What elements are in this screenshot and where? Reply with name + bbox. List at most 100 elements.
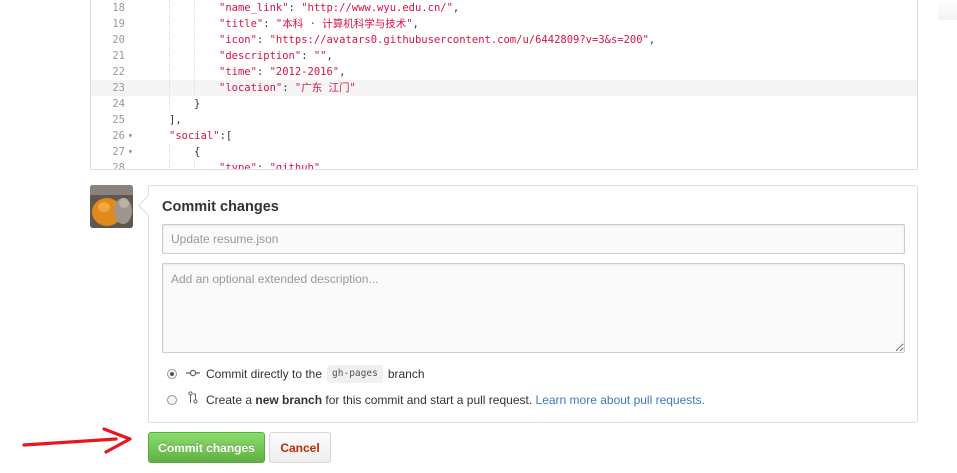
- git-pull-request-icon: [186, 391, 200, 409]
- code-value: "github": [269, 162, 321, 170]
- code-line[interactable]: 24}: [91, 96, 917, 112]
- code-value: "https://avatars0.githubusercontent.com/…: [269, 34, 649, 46]
- fold-toggle-icon[interactable]: ▾: [128, 144, 133, 160]
- indent-guide: [194, 64, 195, 80]
- code-value: "http://www.wyu.edu.cn/": [301, 2, 453, 14]
- line-number: 19: [112, 18, 125, 30]
- code-text: "type": "github",: [219, 160, 327, 170]
- new-branch-option[interactable]: Create a new branch for this commit and …: [167, 391, 705, 409]
- line-number: 25: [112, 114, 125, 126]
- code-key: "icon": [219, 34, 257, 46]
- code-tail: ,: [648, 34, 656, 46]
- code-sep: :: [256, 66, 270, 78]
- code-tail: {: [194, 146, 201, 158]
- code-text: ],: [169, 112, 182, 128]
- new-branch-radio[interactable]: [167, 395, 177, 405]
- code-key: "social": [169, 130, 220, 142]
- commit-direct-radio[interactable]: [167, 369, 177, 379]
- code-line[interactable]: 22 "time": "2012-2016",: [91, 64, 917, 80]
- code-value: "广东 江门": [294, 82, 356, 94]
- indent-guide: [194, 32, 195, 48]
- code-sep: :: [256, 162, 270, 170]
- indent-guide: [169, 32, 170, 48]
- indent-guide: [169, 96, 170, 112]
- indent-guide: [194, 0, 195, 16]
- git-commit-icon: [186, 366, 200, 382]
- code-text: }: [194, 96, 200, 112]
- new-branch-middle: for this commit and start a pull request…: [325, 393, 533, 407]
- code-text: "description": "",: [219, 48, 333, 64]
- line-number: 23: [112, 82, 125, 94]
- code-line[interactable]: 19 "title": "本科 · 计算机科学与技术",: [91, 16, 917, 32]
- indent-guide: [194, 16, 195, 32]
- code-text: "icon": "https://avatars0.githubusercont…: [219, 32, 655, 48]
- indent-guide: [169, 144, 170, 160]
- line-number: 28: [112, 162, 125, 170]
- code-text: "time": "2012-2016",: [219, 64, 345, 80]
- code-text: "title": "本科 · 计算机科学与技术",: [219, 16, 419, 32]
- code-tail: [: [225, 130, 233, 142]
- code-line[interactable]: 18 "name_link": "http://www.wyu.edu.cn/",: [91, 0, 917, 16]
- fold-toggle-icon[interactable]: ▾: [128, 128, 133, 144]
- new-branch-bold: new branch: [255, 393, 323, 407]
- line-number: 22: [112, 66, 125, 78]
- code-tail: ,: [326, 50, 333, 62]
- indent-guide: [169, 0, 170, 16]
- code-line[interactable]: 26 ▾ "social":[: [91, 128, 917, 144]
- commit-form: Commit changes Commit directly to the gh…: [148, 185, 918, 423]
- indent-guide: [194, 48, 195, 64]
- commit-direct-prefix: Commit directly to the: [206, 367, 323, 381]
- commit-title: Commit changes: [162, 199, 279, 215]
- new-branch-prefix: Create a: [206, 393, 253, 407]
- code-key: "location": [219, 82, 283, 94]
- code-sep: :: [288, 2, 302, 14]
- line-number: 26: [112, 130, 125, 142]
- cancel-button[interactable]: Cancel: [269, 432, 331, 463]
- line-number: 21: [112, 50, 125, 62]
- line-number: 27: [112, 146, 125, 158]
- code-key: "time": [219, 66, 257, 78]
- indent-guide: [169, 16, 170, 32]
- code-value: "本科 · 计算机科学与技术": [275, 18, 413, 30]
- code-text: {: [194, 144, 200, 160]
- code-tail: ,: [339, 66, 346, 78]
- code-sep: :: [263, 18, 276, 30]
- commit-description-input[interactable]: [162, 263, 905, 353]
- code-line[interactable]: 20 "icon": "https://avatars0.githubuserco…: [91, 32, 917, 48]
- indent-guide: [194, 80, 195, 96]
- code-key: "description": [219, 50, 302, 62]
- code-tail: ,: [412, 18, 419, 30]
- code-key: "type": [219, 162, 257, 170]
- code-line[interactable]: 21 "description": "",: [91, 48, 917, 64]
- line-number: 18: [112, 2, 125, 14]
- indent-guide: [169, 64, 170, 80]
- code-line[interactable]: 25],: [91, 112, 917, 128]
- indent-guide: [169, 48, 170, 64]
- branch-name-tag: gh-pages: [327, 365, 383, 383]
- indent-guide: [194, 160, 195, 169]
- code-line[interactable]: 23 "location": "广东 江门": [91, 80, 917, 96]
- line-number: 24: [112, 98, 125, 110]
- code-value: "": [313, 50, 327, 62]
- commit-direct-suffix: branch: [387, 367, 425, 381]
- indent-guide: [169, 80, 170, 96]
- avatar: [90, 185, 133, 228]
- commit-button[interactable]: Commit changes: [148, 432, 265, 463]
- commit-summary-input[interactable]: [162, 224, 905, 254]
- code-tail: ,: [452, 2, 460, 14]
- code-key: "title": [219, 18, 264, 30]
- code-sep: :: [301, 50, 314, 62]
- code-tail: }: [194, 98, 201, 110]
- code-line[interactable]: 28 "type": "github",: [91, 160, 917, 170]
- code-tail: ,: [320, 162, 327, 170]
- code-value: "2012-2016": [269, 66, 340, 78]
- code-line[interactable]: 27 ▾ {: [91, 144, 917, 160]
- code-editor[interactable]: 18 "name_link": "http://www.wyu.edu.cn/",…: [90, 0, 918, 170]
- annotation-arrow: [22, 427, 132, 454]
- commit-direct-option[interactable]: Commit directly to the gh-pages branch: [167, 365, 425, 383]
- scroll-shadow: [938, 0, 957, 20]
- learn-more-link[interactable]: Learn more about pull requests.: [536, 392, 705, 408]
- code-sep: :: [282, 82, 295, 94]
- code-key: "name_link": [219, 2, 289, 14]
- code-sep: :: [256, 34, 270, 46]
